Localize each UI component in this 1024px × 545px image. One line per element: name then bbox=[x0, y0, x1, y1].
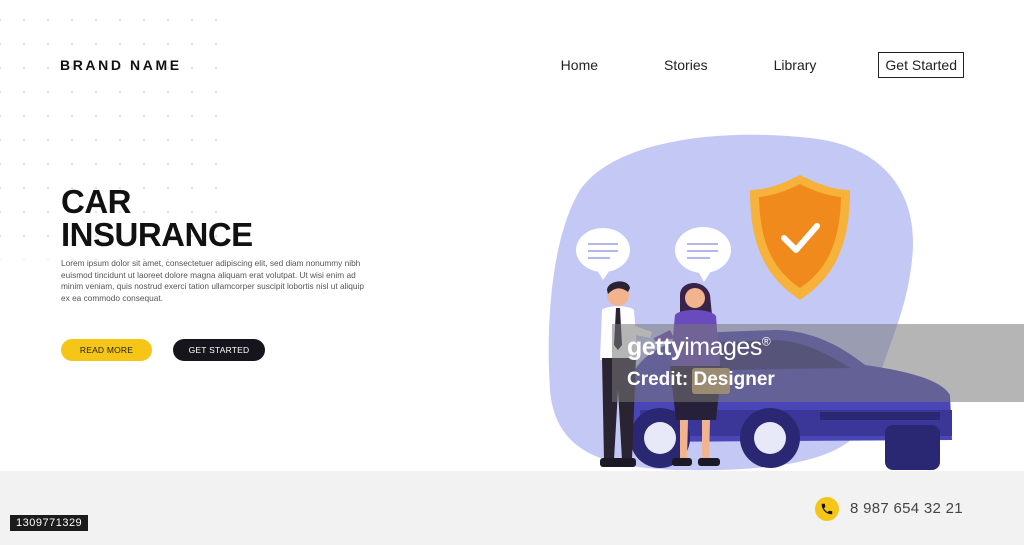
phone-icon bbox=[815, 497, 839, 521]
hero-title: CAR INSURANCE bbox=[61, 185, 253, 251]
brand-logo[interactable]: BRAND NAME bbox=[60, 57, 182, 73]
watermark-credit: Credit: Designer bbox=[627, 369, 775, 390]
get-started-button[interactable]: GET STARTED bbox=[173, 339, 265, 361]
nav-link-home[interactable]: Home bbox=[561, 57, 598, 73]
car-insurance-illustration bbox=[548, 134, 952, 471]
watermark-logo-light: images bbox=[684, 333, 762, 361]
phone-number[interactable]: 8 987 654 32 21 bbox=[850, 500, 963, 517]
nav-link-library[interactable]: Library bbox=[774, 57, 817, 73]
top-nav: Home Stories Library Get Started bbox=[561, 51, 964, 78]
hero-description: Lorem ipsum dolor sit amet, consectetuer… bbox=[61, 258, 364, 303]
watermark-logo: gettyimages® bbox=[627, 333, 771, 362]
image-id-label: 1309771329 bbox=[10, 515, 89, 531]
nav-link-stories[interactable]: Stories bbox=[664, 57, 708, 73]
get-started-nav-button[interactable]: Get Started bbox=[878, 51, 964, 78]
watermark-logo-bold: getty bbox=[627, 333, 685, 361]
read-more-button[interactable]: READ MORE bbox=[61, 339, 152, 361]
hero-title-line-2: INSURANCE bbox=[61, 216, 253, 253]
watermark-registered-mark: ® bbox=[761, 334, 771, 349]
hero-title-line-1: CAR bbox=[61, 183, 131, 220]
